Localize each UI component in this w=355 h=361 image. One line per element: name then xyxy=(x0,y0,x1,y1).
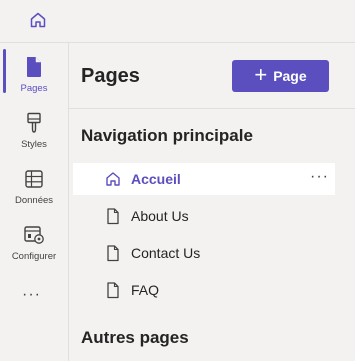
table-icon xyxy=(24,167,44,191)
plus-icon: + xyxy=(254,62,268,87)
rail-item-label: Styles xyxy=(21,139,47,150)
page-item-contact-us[interactable]: Contact Us xyxy=(73,237,335,269)
page-item-accueil[interactable]: Accueil ··· xyxy=(73,163,335,195)
page-item-about-us[interactable]: About Us xyxy=(73,200,335,232)
rail-item-label: Pages xyxy=(20,83,48,94)
pages-panel: Pages + Page Navigation principale Accue… xyxy=(68,43,355,361)
section-title-navigation: Navigation principale xyxy=(81,126,253,145)
document-icon xyxy=(103,244,123,262)
add-page-label: Page xyxy=(273,68,307,84)
top-bar xyxy=(0,0,355,43)
rail-item-label: Configurer xyxy=(11,251,57,262)
rail-item-donnees[interactable]: Données xyxy=(0,157,68,213)
rail-item-label: Données xyxy=(14,195,54,206)
rail-item-configurer[interactable]: Configurer xyxy=(0,213,68,269)
home-icon xyxy=(103,171,123,187)
more-options-icon[interactable]: ··· xyxy=(310,168,329,186)
page-item-label: FAQ xyxy=(131,282,160,298)
page-item-faq[interactable]: FAQ xyxy=(73,274,335,306)
rail-item-styles[interactable]: Styles xyxy=(0,101,68,157)
rail-item-pages[interactable]: Pages xyxy=(0,45,68,101)
document-icon xyxy=(103,281,123,299)
panel-title: Pages xyxy=(81,65,140,87)
settings-window-icon xyxy=(23,223,45,247)
paintbrush-icon xyxy=(25,111,43,135)
left-rail: Pages Styles Données Configurer ··· xyxy=(0,43,68,361)
page-item-label: Contact Us xyxy=(131,245,201,261)
document-icon xyxy=(103,207,123,225)
page-item-label: About Us xyxy=(131,208,189,224)
page-item-label: Accueil xyxy=(131,171,181,187)
home-icon[interactable] xyxy=(28,10,48,30)
section-title-autres-pages: Autres pages xyxy=(81,328,189,347)
page-icon xyxy=(24,55,44,79)
divider xyxy=(69,108,355,109)
more-icon[interactable]: ··· xyxy=(22,286,41,304)
add-page-button[interactable]: + Page xyxy=(232,60,329,92)
